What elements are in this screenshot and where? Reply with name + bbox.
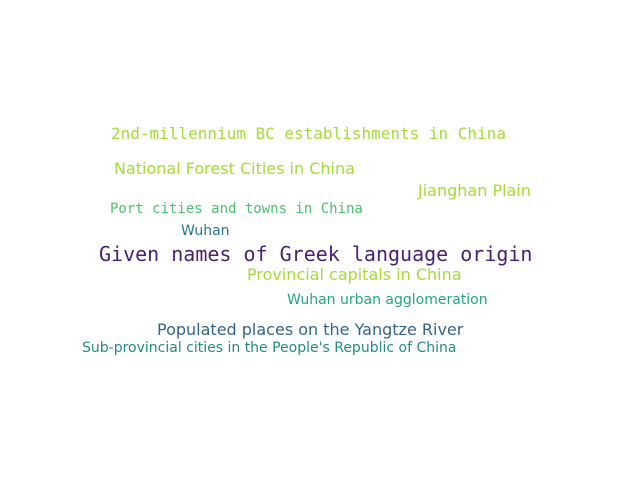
word-2nd-millennium-bc-establishments: 2nd-millennium BC establishments in Chin… xyxy=(111,124,506,143)
word-populated-places-yangtze: Populated places on the Yangtze River xyxy=(157,320,464,339)
word-port-cities-and-towns: Port cities and towns in China xyxy=(110,201,363,217)
word-given-names-greek-origin: Given names of Greek language origin xyxy=(99,242,533,266)
word-wuhan-urban-agglomeration: Wuhan urban agglomeration xyxy=(287,292,488,308)
word-sub-provincial-cities: Sub-provincial cities in the People's Re… xyxy=(82,340,457,356)
word-jianghan-plain: Jianghan Plain xyxy=(418,181,531,200)
word-provincial-capitals: Provincial capitals in China xyxy=(247,265,462,284)
word-wuhan: Wuhan xyxy=(181,223,230,239)
word-cloud: 2nd-millennium BC establishments in Chin… xyxy=(0,0,640,480)
word-national-forest-cities: National Forest Cities in China xyxy=(114,159,355,178)
